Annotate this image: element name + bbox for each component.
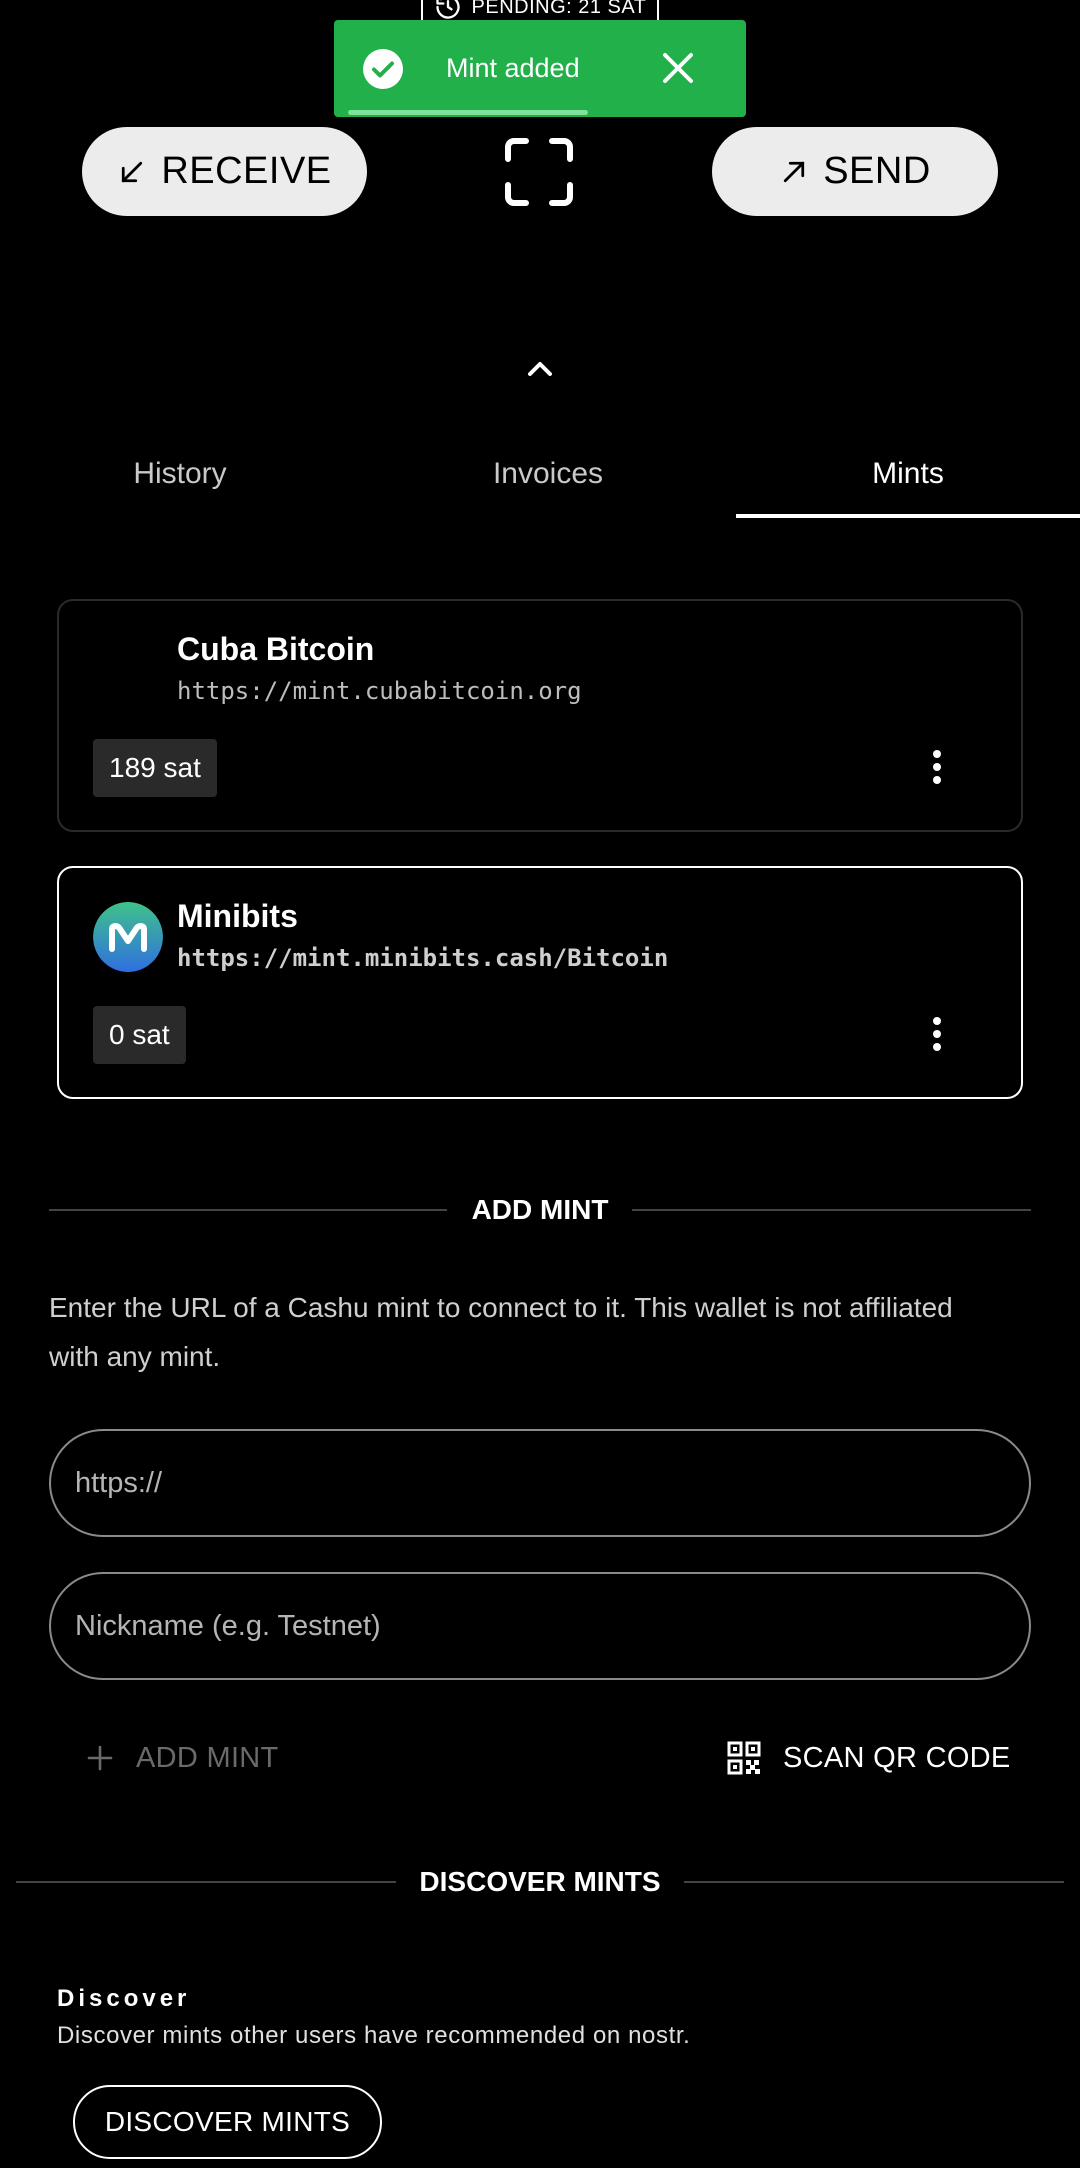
toast-progress-bar	[348, 110, 588, 115]
pending-label: PENDING: 21 SAT	[471, 0, 647, 18]
tab-bar: History Invoices Mints	[0, 430, 1080, 518]
mint-nickname-field[interactable]	[49, 1572, 1031, 1680]
add-mint-label: ADD MINT	[136, 1741, 279, 1774]
discover-mints-heading-label: DISCOVER MINTS	[419, 1866, 661, 1897]
mint-url-input[interactable]	[75, 1466, 1029, 1500]
mint-name: Minibits	[177, 898, 298, 934]
add-mint-button[interactable]: ADD MINT	[86, 1736, 279, 1780]
add-mint-heading: ADD MINT	[0, 1190, 1080, 1230]
close-icon[interactable]	[660, 50, 696, 86]
arrow-up-right-icon	[784, 161, 805, 182]
scan-qr-label: SCAN QR CODE	[783, 1741, 1011, 1774]
plus-icon	[87, 1745, 113, 1771]
mint-avatar	[93, 902, 163, 972]
receive-button[interactable]: RECEIVE	[82, 127, 367, 216]
mint-url: https://mint.cubabitcoin.org	[177, 677, 582, 705]
history-icon	[435, 0, 460, 19]
mint-card[interactable]: Minibits https://mint.minibits.cash/Bitc…	[57, 866, 1023, 1099]
receive-label: RECEIVE	[161, 150, 332, 192]
mint-url-field[interactable]	[49, 1429, 1031, 1537]
mint-nickname-input[interactable]	[75, 1609, 1029, 1643]
mint-balance-badge: 0 sat	[93, 1006, 186, 1064]
discover-subtitle: Discover mints other users have recommen…	[57, 2022, 691, 2049]
tab-invoices[interactable]: Invoices	[368, 430, 728, 518]
discover-mints-button[interactable]: DISCOVER MINTS	[73, 2085, 382, 2159]
qr-code-icon	[727, 1741, 761, 1775]
discover-title: Discover	[57, 1985, 191, 2012]
send-button[interactable]: SEND	[712, 127, 998, 216]
tab-mints[interactable]: Mints	[728, 430, 1080, 518]
toast-message: Mint added	[446, 53, 580, 83]
send-label: SEND	[823, 150, 931, 192]
check-circle-icon	[363, 48, 403, 89]
scan-frame-icon[interactable]	[504, 137, 574, 207]
add-mint-description: Enter the URL of a Cashu mint to connect…	[49, 1292, 953, 1372]
mint-card[interactable]: Cuba Bitcoin https://mint.cubabitcoin.or…	[57, 599, 1023, 832]
discover-mints-heading: DISCOVER MINTS	[0, 1862, 1080, 1902]
mint-url: https://mint.minibits.cash/Bitcoin	[177, 944, 669, 972]
tab-history[interactable]: History	[0, 430, 360, 518]
mint-name: Cuba Bitcoin	[177, 631, 375, 667]
more-vert-icon[interactable]	[931, 749, 943, 785]
scan-qr-button[interactable]: SCAN QR CODE	[727, 1736, 1011, 1780]
toast-notification: Mint added	[334, 20, 746, 117]
chevron-up-icon[interactable]	[524, 356, 556, 380]
add-mint-heading-label: ADD MINT	[471, 1194, 609, 1225]
mint-balance-badge: 189 sat	[93, 739, 217, 797]
arrow-down-left-icon	[122, 161, 143, 182]
more-vert-icon[interactable]	[931, 1016, 943, 1052]
tab-active-indicator	[736, 514, 1080, 518]
